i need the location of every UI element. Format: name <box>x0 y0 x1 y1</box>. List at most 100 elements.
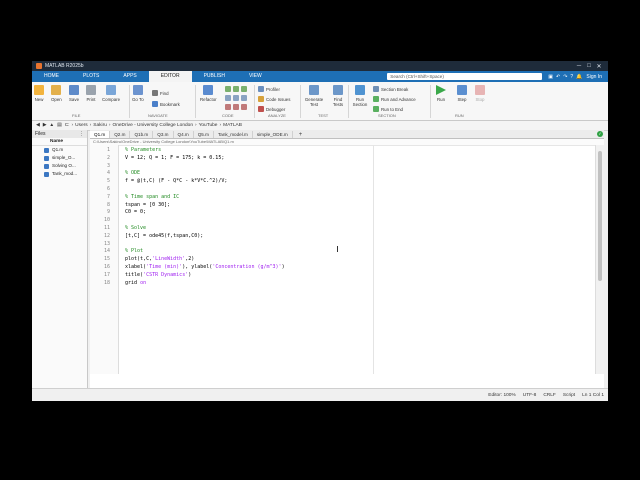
new-button[interactable]: New <box>34 85 44 102</box>
cursor-position[interactable]: Ln 1 Col 1 <box>582 393 604 398</box>
name-column-header[interactable]: Name <box>32 138 87 146</box>
code-line[interactable]: [t,C] = ode45(f,tspan,C0); <box>125 233 203 241</box>
forward-icon[interactable]: ▶ <box>43 123 47 128</box>
code-line[interactable]: % ODE <box>125 170 140 178</box>
minimize-button[interactable]: ─ <box>574 63 584 69</box>
find-tests-button[interactable]: Find Tests <box>330 85 346 107</box>
breadcrumb-item[interactable]: OneDrive - University College London <box>112 123 193 128</box>
tab-publish[interactable]: PUBLISH <box>192 71 237 82</box>
generate-test-button[interactable]: Generate Test <box>302 85 326 107</box>
undo-icon[interactable]: ↶ <box>556 74 560 80</box>
stop-icon <box>475 85 485 95</box>
run-button[interactable]: Run <box>436 85 446 102</box>
line-number: 1 <box>106 147 110 153</box>
code-line[interactable]: plot(t,C,'LineWidth',2) <box>125 256 194 264</box>
editor-tab[interactable]: Q5.m <box>194 131 214 138</box>
editor-tab[interactable]: Q2.m <box>110 131 131 138</box>
search-input[interactable]: Search (Ctrl+Shift+Space) <box>387 73 543 80</box>
text-cursor <box>337 246 338 252</box>
matlab-window: MATLAB R2025b ─ □ ✕ HOME PLOTS APPS EDIT… <box>32 61 608 401</box>
browse-folder-icon[interactable]: ▤ <box>57 123 62 128</box>
editor-tab[interactable]: Q4.m <box>174 131 194 138</box>
code-line[interactable]: V = 12; Q = 1; F = 175; k = 0.15; <box>125 155 224 163</box>
debugger-button[interactable]: Debugger <box>258 106 285 112</box>
code-line[interactable]: C0 = 0; <box>125 209 146 217</box>
code-line[interactable]: title('CSTR Dynamics') <box>125 272 191 280</box>
code-line[interactable]: grid on <box>125 280 146 288</box>
new-tab-button[interactable]: + <box>293 132 309 138</box>
editor-tab[interactable]: Q1.m <box>90 131 111 138</box>
code-tool-icon <box>233 95 239 101</box>
breadcrumb-item[interactable]: YouTube <box>199 123 218 128</box>
tab-view[interactable]: VIEW <box>237 71 274 82</box>
compare-button[interactable]: Compare <box>102 85 120 102</box>
line-number: 2 <box>106 154 110 161</box>
breadcrumb-item[interactable]: MATLAB <box>223 123 242 128</box>
code-tools-row-2[interactable] <box>225 95 247 101</box>
line-number: 15 <box>103 256 110 263</box>
code-area[interactable]: 1 % Parameters 2 V = 12; Q = 1; F = 175; k … <box>90 145 596 374</box>
sign-in-button[interactable]: Sign In <box>586 74 602 80</box>
back-icon[interactable]: ◀ <box>36 123 40 128</box>
generate-test-icon <box>309 85 319 95</box>
code-line[interactable]: tspan = [0 30]; <box>125 202 170 210</box>
tab-plots[interactable]: PLOTS <box>71 71 111 82</box>
print-button[interactable]: Print <box>86 85 96 102</box>
editor-tab[interactable]: simple_ODE.m <box>253 131 293 138</box>
scrollbar-thumb[interactable] <box>598 151 602 281</box>
find-button[interactable]: Find <box>152 90 169 96</box>
save-icon[interactable]: ▣ <box>548 74 553 80</box>
no-issues-icon[interactable]: ✓ <box>597 131 603 137</box>
stop-button[interactable]: Stop <box>475 85 485 102</box>
run-section-button[interactable]: Run Section <box>350 85 370 107</box>
run-to-end-button[interactable]: Run to End <box>373 106 403 112</box>
help-icon[interactable]: ? <box>570 74 573 80</box>
breadcrumb-item[interactable]: Users <box>75 123 88 128</box>
section-break-button[interactable]: Section Break <box>373 86 408 92</box>
code-line[interactable]: % Parameters <box>125 147 161 155</box>
file-type[interactable]: Script <box>563 393 575 398</box>
save-button[interactable]: Save <box>69 85 79 102</box>
zoom-level[interactable]: Editor: 100% <box>488 393 515 398</box>
line-ending[interactable]: CRLF <box>543 393 556 398</box>
bookmark-button[interactable]: Bookmark <box>152 101 180 107</box>
code-line[interactable]: % Solve <box>125 225 146 233</box>
run-advance-button[interactable]: Run and Advance <box>373 96 416 102</box>
tab-home[interactable]: HOME <box>32 71 71 82</box>
code-line[interactable]: % Plot <box>125 248 143 256</box>
run-section-icon <box>355 85 365 95</box>
goto-icon <box>132 85 143 95</box>
tab-apps[interactable]: APPS <box>111 71 148 82</box>
code-line[interactable]: xlabel('Time (min)'), ylabel('Concentrat… <box>125 264 285 272</box>
step-button[interactable]: Step <box>457 85 467 102</box>
notification-bell-icon[interactable]: 🔔 <box>576 74 582 80</box>
line-number: 5 <box>106 178 110 185</box>
code-line[interactable]: f = @(t,C) (F - Q*C - k*V*C.^2)/V; <box>125 178 227 186</box>
editor-tab[interactable]: Q1b.m <box>130 131 154 138</box>
code-line[interactable]: % Time span and IC <box>125 194 179 202</box>
editor-tab[interactable]: Q3.m <box>153 131 174 138</box>
redo-icon[interactable]: ↷ <box>563 74 567 80</box>
list-item[interactable]: simple_O... <box>32 154 87 162</box>
panel-menu-icon[interactable]: ⋮ <box>79 130 84 138</box>
breadcrumb-item[interactable]: Sakiru <box>93 123 107 128</box>
breadcrumb-item[interactable]: C: <box>65 123 70 128</box>
goto-button[interactable]: Go To <box>132 85 144 102</box>
code-tools-row-3[interactable] <box>225 104 247 110</box>
editor-tab[interactable]: Tank_model.m <box>214 131 253 138</box>
tab-editor[interactable]: EDITOR <box>148 71 192 82</box>
maximize-button[interactable]: □ <box>584 63 594 69</box>
open-button[interactable]: Open <box>51 85 62 102</box>
ribbon-divider <box>195 85 196 118</box>
list-item[interactable]: Tank_mod... <box>32 170 87 178</box>
profiler-button[interactable]: Profiler <box>258 86 280 92</box>
list-item[interactable]: Solving O... <box>32 162 87 170</box>
encoding[interactable]: UTF-8 <box>523 393 537 398</box>
code-issues-button[interactable]: Code Issues <box>258 96 290 102</box>
refactor-button[interactable]: Refactor <box>200 85 217 102</box>
close-button[interactable]: ✕ <box>594 63 604 70</box>
list-item[interactable]: Q1.m <box>32 146 87 154</box>
code-tools-row-1[interactable] <box>225 86 247 92</box>
vertical-scrollbar[interactable] <box>595 145 604 374</box>
up-folder-icon[interactable]: ▲ <box>49 123 54 128</box>
